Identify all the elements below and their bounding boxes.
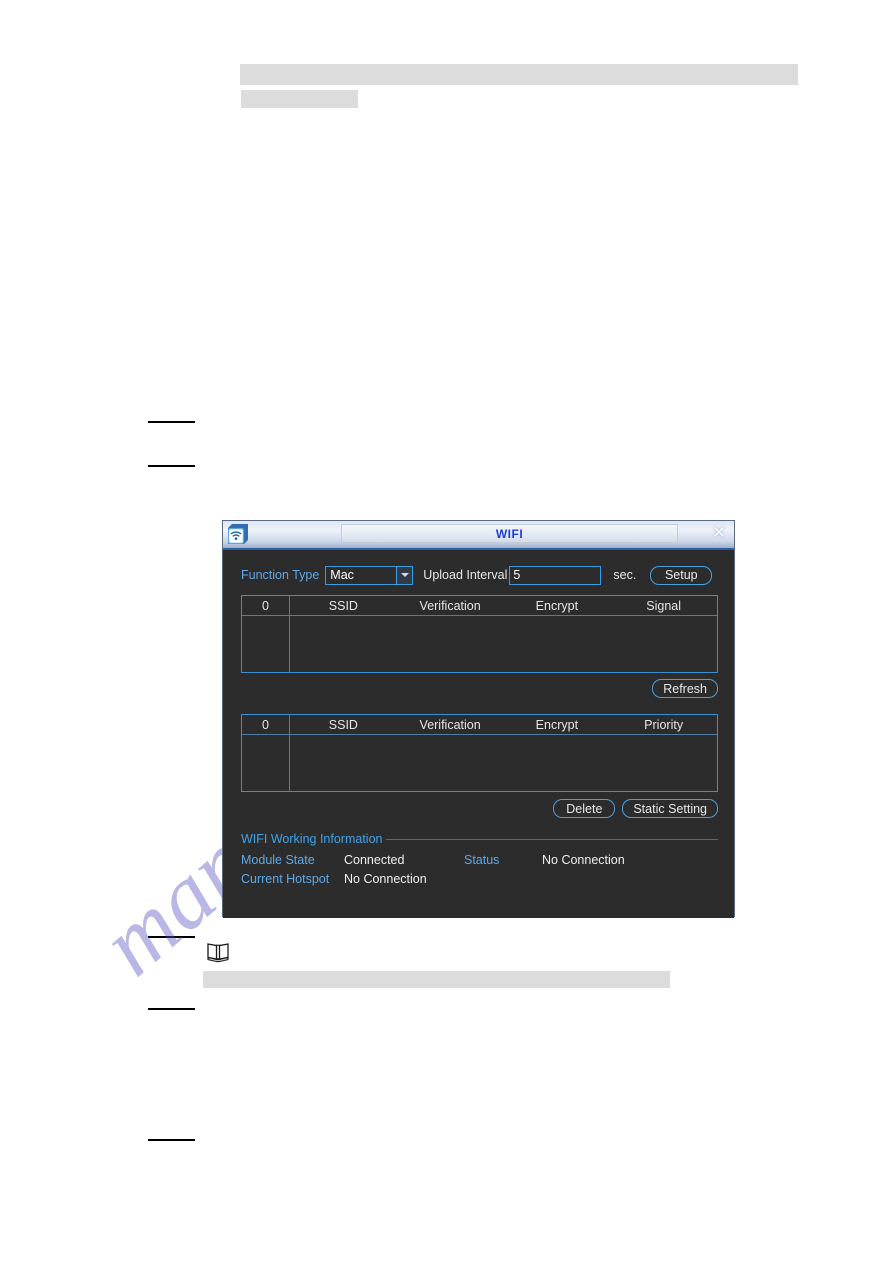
- saved-networks-table: 0 SSID Verification Encrypt Priority: [241, 714, 718, 792]
- redacted-top-subtitle-bar: [241, 90, 358, 108]
- function-type-label: Function Type: [241, 568, 320, 582]
- available-col-verification: Verification: [419, 598, 481, 613]
- saved-networks-rows[interactable]: [242, 735, 717, 792]
- dialog-body: Function Type Mac Upload Interval 5 sec.…: [223, 550, 734, 918]
- section-rule-1: [148, 421, 195, 423]
- wifi-dialog: WIFI ✕ Function Type Mac Upload Interval…: [222, 520, 735, 918]
- function-type-value: Mac: [330, 568, 354, 582]
- refresh-button-row: Refresh: [652, 679, 718, 698]
- available-col-ssid: SSID: [328, 598, 358, 613]
- saved-col-ssid: SSID: [328, 717, 358, 732]
- dialog-title: WIFI: [495, 526, 524, 541]
- current-hotspot-value: No Connection: [344, 872, 427, 886]
- saved-networks-button-row: Delete Static Setting: [553, 799, 718, 818]
- dialog-title-plate: WIFI: [341, 524, 678, 543]
- module-state-label: Module State: [241, 853, 315, 867]
- close-icon[interactable]: ✕: [710, 524, 728, 542]
- available-networks-rows[interactable]: [242, 616, 717, 673]
- chevron-down-icon[interactable]: [396, 566, 413, 584]
- upload-interval-value: 5: [513, 568, 521, 582]
- setup-button[interactable]: Setup: [650, 565, 713, 585]
- redacted-top-heading-bar: [240, 64, 798, 85]
- wifi-icon: [226, 522, 250, 546]
- refresh-button[interactable]: Refresh: [652, 679, 718, 698]
- available-networks-header: 0 SSID Verification Encrypt Signal: [242, 596, 717, 616]
- redacted-note-body-bar: [203, 971, 670, 988]
- saved-index-header: 0: [242, 715, 290, 734]
- saved-networks-header: 0 SSID Verification Encrypt Priority: [242, 715, 717, 735]
- table-column-divider: [289, 616, 290, 673]
- static-setting-button[interactable]: Static Setting: [622, 799, 718, 818]
- section-rule-3: [148, 936, 195, 938]
- section-rule-4: [148, 1008, 195, 1010]
- available-col-signal: Signal: [646, 598, 681, 613]
- status-label: Status: [464, 853, 500, 867]
- module-state-row: Module State Connected Status No Connect…: [241, 853, 718, 867]
- module-state-value: Connected: [344, 853, 405, 867]
- saved-col-encrypt: Encrypt: [535, 717, 579, 732]
- saved-col-priority: Priority: [644, 717, 684, 732]
- upload-interval-unit: sec.: [613, 568, 637, 582]
- working-information-section-title: WIFI Working Information: [241, 832, 718, 846]
- working-information-label: WIFI Working Information: [241, 832, 383, 846]
- status-value: No Connection: [542, 853, 625, 867]
- function-type-select[interactable]: Mac: [325, 565, 414, 585]
- open-book-icon: [206, 941, 230, 963]
- table-column-divider: [289, 735, 290, 792]
- section-rule-2: [148, 465, 195, 467]
- upload-interval-input[interactable]: 5: [509, 565, 602, 585]
- current-hotspot-row: Current Hotspot No Connection: [241, 872, 718, 886]
- current-hotspot-label: Current Hotspot: [241, 872, 330, 886]
- section-rule-5: [148, 1139, 195, 1141]
- delete-button[interactable]: Delete: [553, 799, 616, 818]
- available-networks-table: 0 SSID Verification Encrypt Signal: [241, 595, 718, 673]
- available-col-encrypt: Encrypt: [535, 598, 579, 613]
- section-divider: [386, 838, 718, 840]
- dialog-titlebar: WIFI ✕: [223, 521, 734, 550]
- wifi-toolbar: Function Type Mac Upload Interval 5 sec.…: [241, 564, 720, 586]
- saved-col-verification: Verification: [419, 717, 481, 732]
- upload-interval-label: Upload Interval: [423, 568, 508, 582]
- available-index-header: 0: [242, 596, 290, 615]
